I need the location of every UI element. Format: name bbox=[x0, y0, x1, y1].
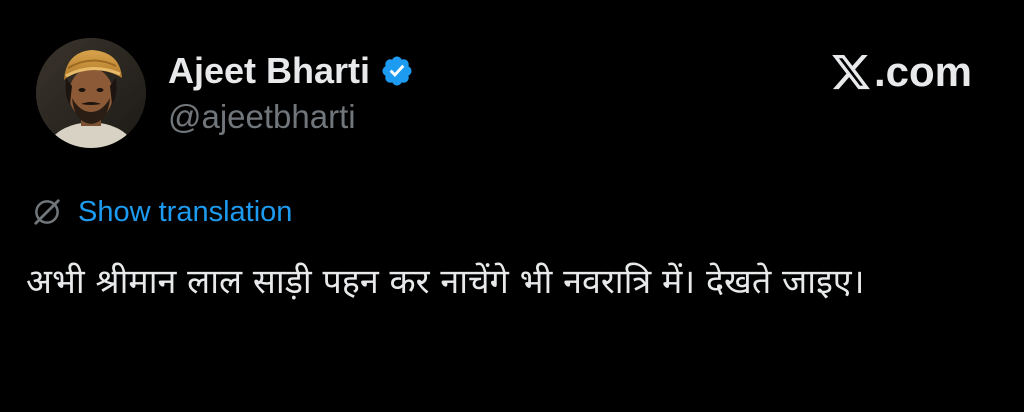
globe-slash-icon bbox=[32, 197, 62, 227]
x-logo-icon bbox=[830, 51, 872, 93]
translation-row: Show translation bbox=[32, 192, 292, 232]
show-translation-link[interactable]: Show translation bbox=[78, 196, 292, 229]
watermark-text: .com bbox=[873, 48, 972, 95]
verified-badge-icon bbox=[380, 54, 414, 88]
author-handle[interactable]: @ajeetbharti bbox=[168, 98, 356, 136]
tweet-text: अभी श्रीमान लाल साड़ी पहन कर नाचेंगे भी … bbox=[26, 262, 865, 302]
avatar[interactable] bbox=[36, 38, 146, 148]
watermark: .com bbox=[830, 46, 972, 98]
author-name[interactable]: Ajeet Bharti bbox=[168, 50, 370, 92]
avatar-image bbox=[36, 38, 146, 148]
author-name-row: Ajeet Bharti bbox=[168, 46, 414, 96]
tweet-card: Ajeet Bharti @ajeetbharti .com Show tran… bbox=[0, 0, 1024, 412]
